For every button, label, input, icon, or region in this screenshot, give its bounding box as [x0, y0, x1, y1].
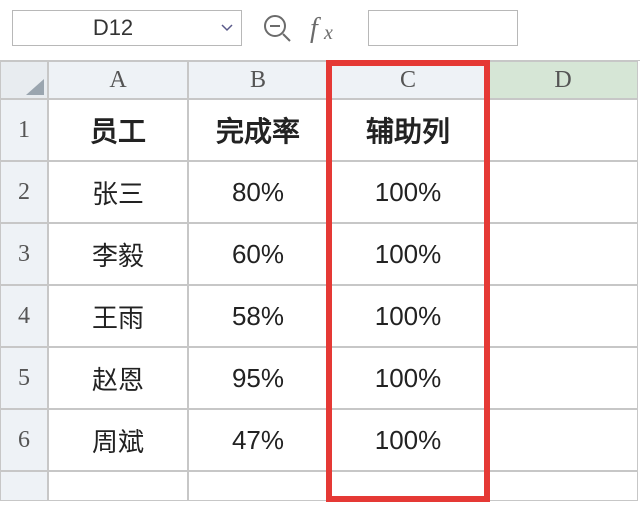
- row-header-4[interactable]: 4: [0, 285, 48, 347]
- name-box-dropdown-icon[interactable]: [213, 24, 241, 32]
- cell-B5[interactable]: 95%: [188, 347, 328, 409]
- cell-B4[interactable]: 58%: [188, 285, 328, 347]
- cell-B7[interactable]: [188, 471, 328, 501]
- svg-text:x: x: [323, 22, 333, 43]
- formula-input[interactable]: [368, 10, 518, 46]
- row-header-2[interactable]: 2: [0, 161, 48, 223]
- row-header-6[interactable]: 6: [0, 409, 48, 471]
- cell-D4[interactable]: [488, 285, 638, 347]
- cell-B3[interactable]: 60%: [188, 223, 328, 285]
- cell-C5[interactable]: 100%: [328, 347, 488, 409]
- col-header-B[interactable]: B: [188, 61, 328, 99]
- formula-toolbar: D12 f x: [0, 0, 640, 61]
- row-header-7[interactable]: [0, 471, 48, 501]
- col-header-C[interactable]: C: [328, 61, 488, 99]
- cell-A3[interactable]: 李毅: [48, 223, 188, 285]
- cell-C7[interactable]: [328, 471, 488, 501]
- row-header-1[interactable]: 1: [0, 99, 48, 161]
- cell-C3[interactable]: 100%: [328, 223, 488, 285]
- fx-icon[interactable]: f x: [310, 13, 350, 43]
- cell-C6[interactable]: 100%: [328, 409, 488, 471]
- cell-D3[interactable]: [488, 223, 638, 285]
- cell-C4[interactable]: 100%: [328, 285, 488, 347]
- formula-bar-group: f x: [262, 10, 518, 46]
- cell-A6[interactable]: 周斌: [48, 409, 188, 471]
- cell-B1[interactable]: 完成率: [188, 99, 328, 161]
- col-header-D[interactable]: D: [488, 61, 638, 99]
- cell-A4[interactable]: 王雨: [48, 285, 188, 347]
- spreadsheet-grid: A B C D 1 员工 完成率 辅助列 2 张三 80% 100% 3 李毅 …: [0, 61, 640, 501]
- cell-A1[interactable]: 员工: [48, 99, 188, 161]
- cell-D1[interactable]: [488, 99, 638, 161]
- cell-B6[interactable]: 47%: [188, 409, 328, 471]
- cell-C2[interactable]: 100%: [328, 161, 488, 223]
- cell-A7[interactable]: [48, 471, 188, 501]
- name-box-value[interactable]: D12: [13, 15, 213, 41]
- cell-A2[interactable]: 张三: [48, 161, 188, 223]
- cell-C1[interactable]: 辅助列: [328, 99, 488, 161]
- zoom-out-icon[interactable]: [262, 13, 292, 43]
- cell-D7[interactable]: [488, 471, 638, 501]
- name-box[interactable]: D12: [12, 10, 242, 46]
- svg-text:f: f: [310, 13, 321, 43]
- cell-D6[interactable]: [488, 409, 638, 471]
- cell-D5[interactable]: [488, 347, 638, 409]
- cell-B2[interactable]: 80%: [188, 161, 328, 223]
- cell-A5[interactable]: 赵恩: [48, 347, 188, 409]
- col-header-A[interactable]: A: [48, 61, 188, 99]
- cell-D2[interactable]: [488, 161, 638, 223]
- row-header-5[interactable]: 5: [0, 347, 48, 409]
- row-header-3[interactable]: 3: [0, 223, 48, 285]
- select-all-corner[interactable]: [0, 61, 48, 99]
